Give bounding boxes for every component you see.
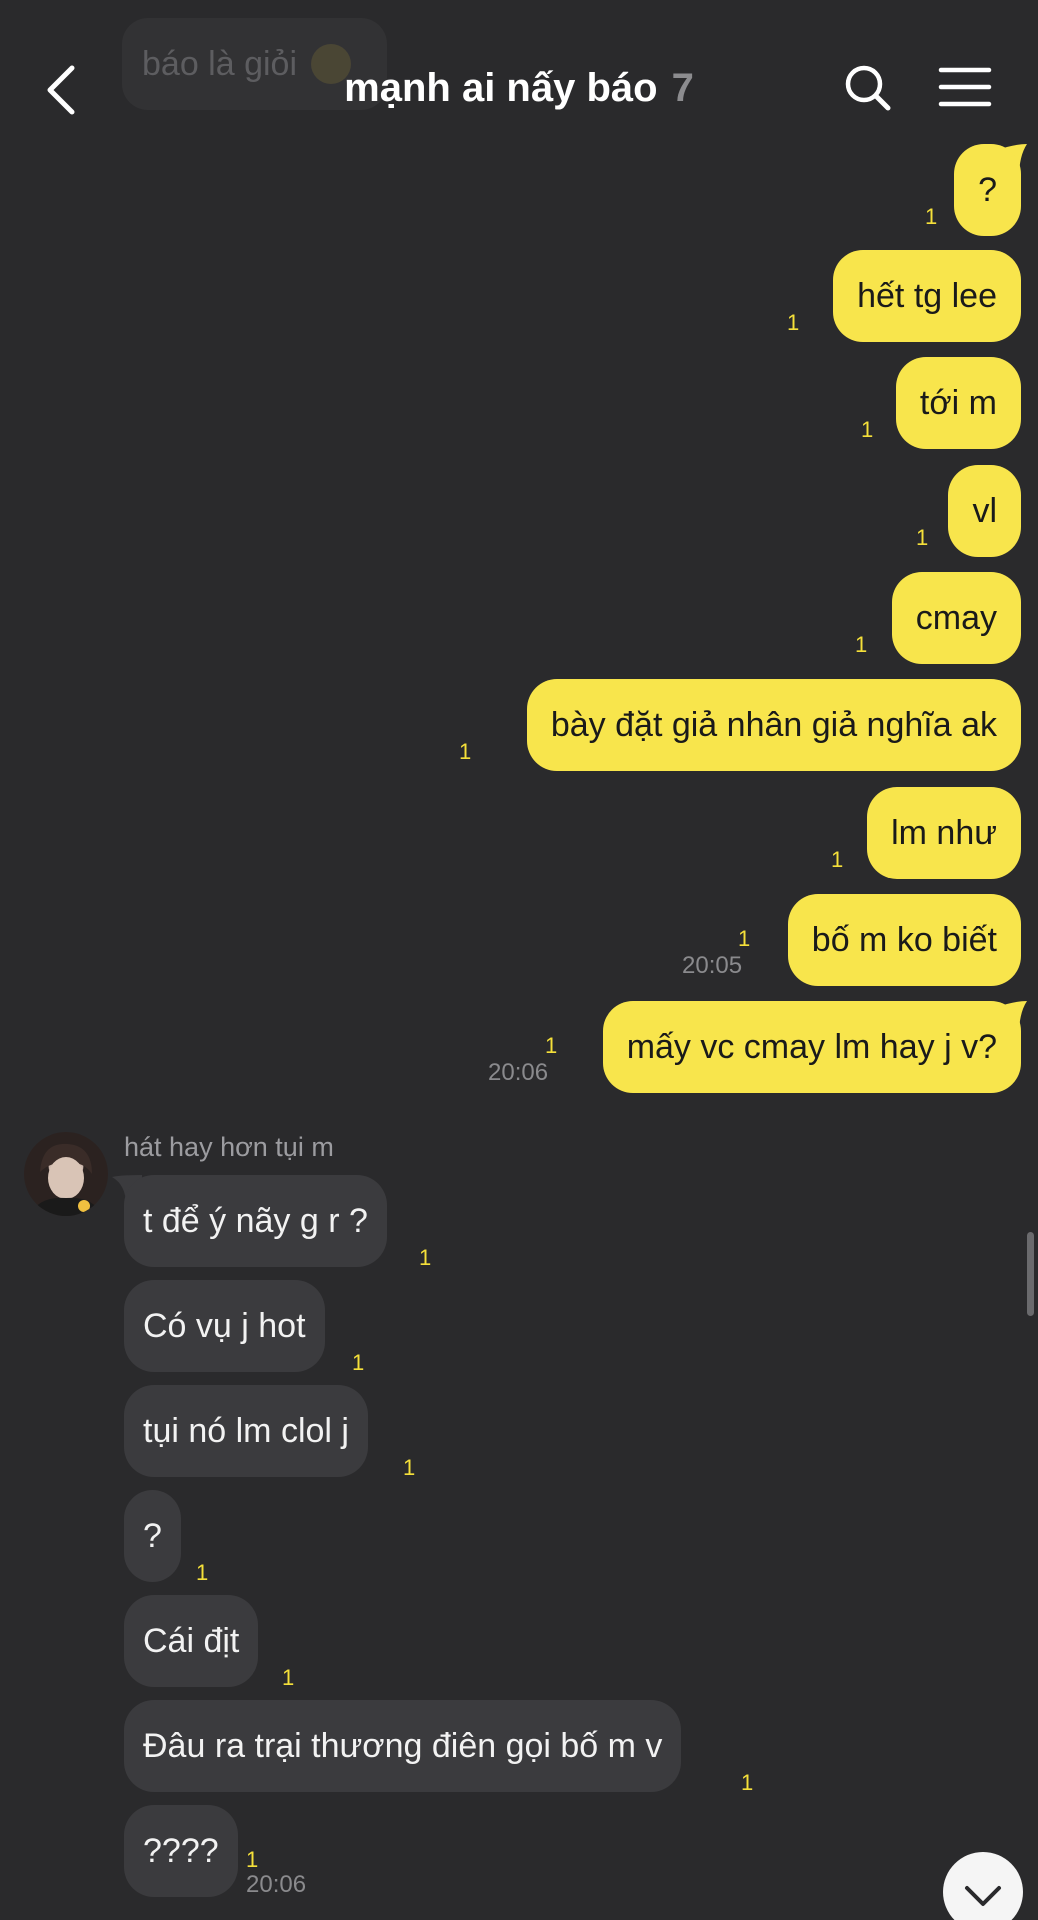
unread-count: 1 [925, 204, 938, 229]
message-time: 20:05 [682, 952, 743, 979]
my-message-row: hết tg lee 1 [0, 250, 1038, 344]
sender-name: hát hay hơn tụi m [124, 1132, 334, 1162]
my-message-bubble[interactable]: vl [948, 465, 1021, 557]
unread-count: 1 [246, 1847, 259, 1872]
my-message-row: ? 1 [0, 144, 1038, 238]
unread-count: 1 [403, 1455, 416, 1480]
my-message-bubble[interactable]: cmay [891, 572, 1021, 664]
unread-count: 1 [545, 1033, 558, 1058]
menu-button[interactable] [935, 58, 995, 118]
my-message-row: vl 1 [0, 465, 1038, 559]
their-message-row: Có vụ j hot 1 [0, 1280, 1038, 1375]
room-name: mạnh ai nấy báo [344, 66, 658, 110]
unread-count: 1 [831, 847, 844, 872]
search-button[interactable] [838, 58, 898, 118]
my-message-bubble[interactable]: ? [954, 144, 1021, 236]
my-message-bubble[interactable]: bày đặt giả nhân giả nghĩa ak [526, 679, 1021, 771]
my-message-row: tới m 1 [0, 357, 1038, 451]
their-message-bubble[interactable]: ???? [124, 1805, 238, 1897]
member-count: 7 [671, 66, 694, 110]
their-message-bubble[interactable]: tụi nó lm clol j [124, 1385, 368, 1477]
search-icon [845, 65, 891, 111]
unread-count: 1 [459, 739, 472, 764]
their-message-row: ???? 1 20:06 [0, 1805, 1038, 1899]
my-message-bubble[interactable]: bố m ko biết [787, 894, 1021, 986]
their-message-bubble[interactable]: Đâu ra trại thương điên gọi bố m v [124, 1700, 682, 1792]
unread-count: 1 [787, 310, 800, 335]
unread-count: 1 [738, 926, 751, 951]
unread-count: 1 [282, 1665, 295, 1690]
unread-count: 1 [352, 1350, 365, 1375]
my-message-bubble[interactable]: lm như [867, 787, 1021, 879]
unread-count: 1 [855, 632, 868, 657]
their-message-bubble[interactable]: ? [124, 1490, 181, 1582]
unread-count: 1 [196, 1560, 209, 1585]
their-message-row: Đâu ra trại thương điên gọi bố m v 1 [0, 1700, 1038, 1795]
their-message-bubble[interactable]: Cái địt [124, 1595, 259, 1687]
their-message-row: tụi nó lm clol j 1 [0, 1385, 1038, 1480]
message-time: 20:06 [246, 1871, 307, 1898]
hamburger-menu-icon [938, 67, 992, 107]
my-message-row: cmay 1 [0, 572, 1038, 666]
unread-count: 1 [916, 525, 929, 550]
my-message-bubble[interactable]: tới m [895, 357, 1021, 449]
their-message-bubble[interactable]: Có vụ j hot [124, 1280, 325, 1372]
scroll-to-bottom-button[interactable] [943, 1852, 1023, 1920]
their-message-row: ? 1 [0, 1490, 1038, 1585]
unread-count: 1 [741, 1770, 754, 1795]
my-message-bubble[interactable]: hết tg lee [833, 250, 1021, 342]
unread-count: 1 [861, 417, 874, 442]
my-message-row: lm như 1 [0, 787, 1038, 881]
my-message-row: bày đặt giả nhân giả nghĩa ak 1 [0, 679, 1038, 773]
my-message-row: mấy vc cmay lm hay j v? 1 20:06 [0, 1001, 1038, 1095]
unread-count: 1 [419, 1245, 432, 1270]
my-message-bubble[interactable]: mấy vc cmay lm hay j v? [602, 1001, 1021, 1093]
their-message-row: Cái địt 1 [0, 1595, 1038, 1690]
message-time: 20:06 [488, 1059, 549, 1086]
scrollbar[interactable] [1027, 1232, 1034, 1316]
their-message-bubble[interactable]: t để ý nãy g r ? [124, 1175, 387, 1267]
my-message-row: bố m ko biết 1 20:05 [0, 894, 1038, 988]
chevron-down-icon [965, 1886, 1001, 1906]
their-message-row: t để ý nãy g r ? 1 [0, 1175, 1038, 1270]
